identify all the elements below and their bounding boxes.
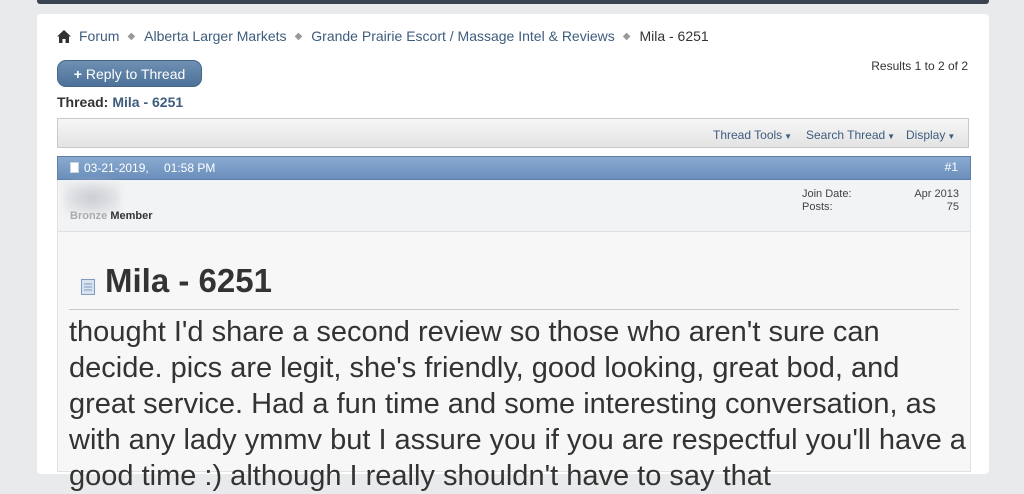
post-title-icon	[81, 279, 95, 295]
display-menu[interactable]: Display ▼	[906, 128, 955, 142]
breadcrumb-forum[interactable]: Forum	[79, 28, 119, 44]
dropdown-arrow-icon: ▼	[887, 132, 896, 141]
page-container: Forum ◆ Alberta Larger Markets ◆ Grande …	[37, 14, 989, 492]
home-icon[interactable]	[57, 29, 71, 43]
thread-tools-label: Thread Tools	[713, 128, 783, 142]
thread-tools-menu[interactable]: Thread Tools ▼	[713, 128, 792, 142]
plus-icon: +	[73, 65, 82, 82]
dropdown-arrow-icon: ▼	[784, 132, 793, 141]
post-document-icon	[70, 162, 79, 173]
post-number-link[interactable]: #1	[945, 160, 958, 174]
user-info: Bronze Member Join Date: Posts: Apr 2013…	[57, 180, 971, 232]
thread-title-link[interactable]: Mila - 6251	[112, 94, 183, 110]
join-date-label: Join Date:	[802, 188, 852, 200]
breadcrumb-separator-icon: ◆	[294, 30, 303, 42]
top-bar	[37, 0, 989, 4]
thread-toolbar: Thread Tools ▼ Search Thread ▼ Display ▼	[57, 118, 969, 148]
breadcrumb-alberta[interactable]: Alberta Larger Markets	[144, 28, 286, 44]
post-body: Mila - 6251 thought I'd share a second r…	[57, 232, 971, 492]
posts-label: Posts:	[802, 201, 833, 213]
rank-label: Member	[110, 210, 153, 222]
user-meta-labels: Join Date: Posts:	[802, 188, 852, 214]
reply-button-label: Reply to Thread	[85, 65, 186, 82]
post-title: Mila - 6251	[105, 262, 272, 299]
post-header: 03-21-2019, 01:58 PM #1	[57, 156, 971, 180]
search-thread-menu[interactable]: Search Thread ▼	[806, 128, 895, 142]
post-divider	[69, 309, 959, 310]
thread-title: Thread: Mila - 6251	[57, 94, 183, 110]
breadcrumb: Forum ◆ Alberta Larger Markets ◆ Grande …	[57, 28, 709, 44]
user-meta-values: Apr 2013 75	[914, 188, 959, 214]
search-thread-label: Search Thread	[806, 128, 886, 142]
posts-value: 75	[946, 201, 959, 213]
breadcrumb-separator-icon: ◆	[127, 30, 136, 42]
join-date-value: Apr 2013	[914, 188, 959, 200]
display-label: Display	[906, 128, 946, 142]
breadcrumb-current: Mila - 6251	[639, 28, 709, 44]
rank-prefix: Bronze	[70, 210, 108, 222]
breadcrumb-grande-prairie[interactable]: Grande Prairie Escort / Massage Intel & …	[311, 28, 614, 44]
post-time: 01:58 PM	[164, 161, 216, 175]
reply-to-thread-button[interactable]: + Reply to Thread	[57, 60, 202, 87]
post-date: 03-21-2019,	[84, 161, 149, 175]
dropdown-arrow-icon: ▼	[947, 132, 956, 141]
results-count: Results 1 to 2 of 2	[871, 59, 968, 73]
post-message: thought I'd share a second review so tho…	[69, 316, 966, 492]
user-rank: Bronze Member	[70, 210, 153, 222]
breadcrumb-separator-icon: ◆	[622, 30, 631, 42]
thread-label: Thread:	[57, 94, 109, 110]
